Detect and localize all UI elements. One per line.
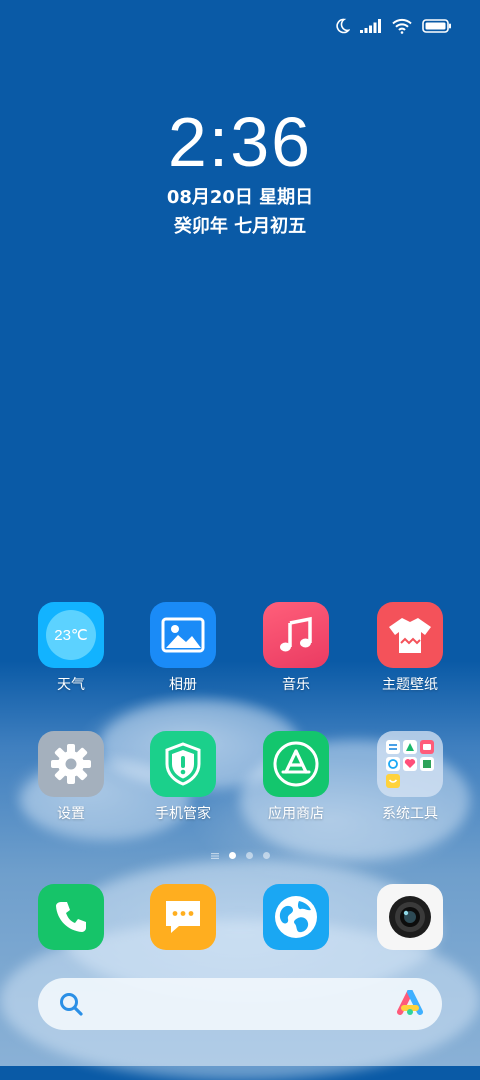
clock-date: 08月20日 星期日 [166,187,314,208]
app-themes[interactable]: 主题壁纸 [355,602,465,694]
browser-icon [263,884,329,950]
search-icon [60,993,83,1016]
page-dot [262,852,270,859]
app-settings[interactable]: 设置 [16,731,126,823]
app-label: 系统工具 [382,806,438,822]
app-label: 应用商店 [268,806,324,822]
app-label: 音乐 [282,677,310,693]
weather-temp: 23℃ [54,627,88,644]
appstore-icon [263,731,329,797]
app-label: 相册 [169,677,197,693]
app-security[interactable]: 手机管家 [128,731,238,823]
weather-icon: 23℃ [38,602,104,668]
folder-icon [377,731,443,797]
music-icon [263,602,329,668]
app-phone[interactable] [16,884,126,950]
wifi-icon [392,18,412,34]
signal-icon [360,19,381,33]
gallery-icon [150,602,216,668]
search-bar[interactable] [38,978,442,1030]
app-store[interactable]: 应用商店 [241,731,351,823]
phone-icon [38,884,104,950]
app-label: 设置 [57,806,85,822]
page-list-icon [210,852,219,859]
app-label: 主题壁纸 [382,677,438,693]
clock-widget[interactable]: 2:36 08月20日 星期日 癸卯年 七月初五 [0,102,480,242]
app-music[interactable]: 音乐 [241,602,351,694]
page-indicator[interactable] [0,852,480,859]
page-dot [245,852,253,859]
page-dot-active [228,852,236,859]
security-icon [150,731,216,797]
app-folder-tools[interactable]: 系统工具 [355,731,465,823]
assistant-icon[interactable] [396,990,424,1018]
battery-icon [422,19,451,33]
app-camera[interactable] [355,884,465,950]
app-browser[interactable] [241,884,351,950]
camera-icon [377,884,443,950]
settings-icon [38,731,104,797]
app-label: 天气 [57,677,85,693]
moon-icon [336,18,350,34]
app-gallery[interactable]: 相册 [128,602,238,694]
clock-time: 2:36 [167,103,313,181]
app-weather[interactable]: 23℃ 天气 [16,602,126,694]
theme-icon [377,602,443,668]
app-label: 手机管家 [155,806,211,822]
messages-icon [150,884,216,950]
clock-lunar-date: 癸卯年 七月初五 [173,216,307,237]
status-bar [334,18,452,34]
app-messages[interactable] [128,884,238,950]
